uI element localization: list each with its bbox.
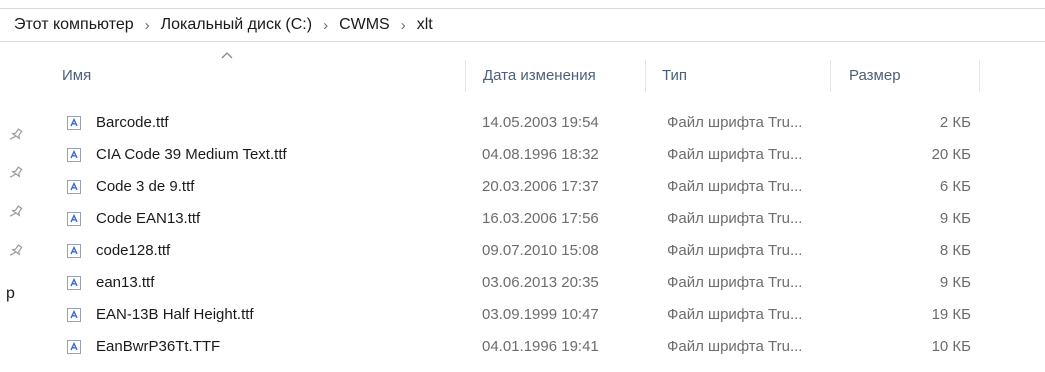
- file-row[interactable]: Code 3 de 9.ttf 20.03.2006 17:37 Файл шр…: [0, 171, 1045, 203]
- truetype-font-file-icon: [67, 340, 81, 354]
- file-row[interactable]: CIA Code 39 Medium Text.ttf 04.08.1996 1…: [0, 139, 1045, 171]
- breadcrumb-item-this-pc[interactable]: Этот компьютер: [14, 16, 134, 34]
- file-date-modified: 04.08.1996 18:32: [482, 146, 599, 163]
- file-row[interactable]: Code EAN13.ttf 16.03.2006 17:56 Файл шри…: [0, 203, 1045, 235]
- file-size: 6 КБ: [939, 178, 971, 195]
- file-name: Code EAN13.ttf: [96, 210, 201, 227]
- file-name: Barcode.ttf: [96, 114, 169, 131]
- breadcrumb-item-local-disk[interactable]: Локальный диск (C:): [161, 16, 312, 34]
- file-date-modified: 09.07.2010 15:08: [482, 242, 599, 259]
- file-size: 2 КБ: [939, 114, 971, 131]
- file-name: Code 3 de 9.ttf: [96, 178, 195, 195]
- file-date-modified: 20.03.2006 17:37: [482, 178, 599, 195]
- file-size: 8 КБ: [939, 242, 971, 259]
- truetype-font-file-icon: [67, 116, 81, 130]
- file-size: 9 КБ: [939, 274, 971, 291]
- file-type: Файл шрифта Tru...: [667, 210, 803, 227]
- file-type: Файл шрифта Tru...: [667, 114, 803, 131]
- chevron-right-icon[interactable]: ›: [323, 17, 328, 34]
- file-name: code128.ttf: [96, 242, 171, 259]
- file-date-modified: 04.01.1996 19:41: [482, 338, 599, 355]
- truetype-font-file-icon: [67, 180, 81, 194]
- column-header-date[interactable]: Дата изменения: [465, 60, 645, 92]
- file-date-modified: 03.09.1999 10:47: [482, 306, 599, 323]
- truetype-font-file-icon: [67, 148, 81, 162]
- file-type: Файл шрифта Tru...: [667, 274, 803, 291]
- file-row[interactable]: EanBwrP36Tt.TTF 04.01.1996 19:41 Файл шр…: [0, 331, 1045, 363]
- file-type: Файл шрифта Tru...: [667, 242, 803, 259]
- column-header-size[interactable]: Размер: [830, 60, 980, 92]
- truetype-font-file-icon: [67, 244, 81, 258]
- file-row[interactable]: Barcode.ttf 14.05.2003 19:54 Файл шрифта…: [0, 107, 1045, 139]
- breadcrumb: Этот компьютер › Локальный диск (C:) › C…: [0, 8, 1045, 42]
- file-type: Файл шрифта Tru...: [667, 178, 803, 195]
- file-name: ean13.ttf: [96, 274, 155, 291]
- file-type: Файл шрифта Tru...: [667, 338, 803, 355]
- file-name: CIA Code 39 Medium Text.ttf: [96, 146, 287, 163]
- chevron-right-icon[interactable]: ›: [145, 17, 150, 34]
- file-date-modified: 03.06.2013 20:35: [482, 274, 599, 291]
- file-size: 19 КБ: [931, 306, 971, 323]
- column-header-name[interactable]: Имя: [40, 60, 465, 92]
- file-type: Файл шрифта Tru...: [667, 306, 803, 323]
- truetype-font-file-icon: [67, 212, 81, 226]
- file-type: Файл шрифта Tru...: [667, 146, 803, 163]
- file-size: 10 КБ: [931, 338, 971, 355]
- file-row[interactable]: code128.ttf 09.07.2010 15:08 Файл шрифта…: [0, 235, 1045, 267]
- file-size: 9 КБ: [939, 210, 971, 227]
- file-name: EanBwrP36Tt.TTF: [96, 338, 221, 355]
- breadcrumb-item-cwms[interactable]: CWMS: [339, 16, 390, 34]
- file-name: EAN-13B Half Height.ttf: [96, 306, 254, 323]
- file-row[interactable]: EAN-13B Half Height.ttf 03.09.1999 10:47…: [0, 299, 1045, 331]
- truetype-font-file-icon: [67, 276, 81, 290]
- file-list: Barcode.ttf 14.05.2003 19:54 Файл шрифта…: [0, 107, 1045, 363]
- column-header-type[interactable]: Тип: [645, 60, 830, 92]
- breadcrumb-item-xlt[interactable]: xlt: [417, 16, 433, 34]
- chevron-right-icon[interactable]: ›: [401, 17, 406, 34]
- truetype-font-file-icon: [67, 308, 81, 322]
- file-row[interactable]: ean13.ttf 03.06.2013 20:35 Файл шрифта T…: [0, 267, 1045, 299]
- file-size: 20 КБ: [931, 146, 971, 163]
- column-header-row: Имя Дата изменения Тип Размер: [40, 60, 980, 92]
- sort-ascending-icon: [221, 52, 233, 59]
- file-date-modified: 14.05.2003 19:54: [482, 114, 599, 131]
- file-date-modified: 16.03.2006 17:56: [482, 210, 599, 227]
